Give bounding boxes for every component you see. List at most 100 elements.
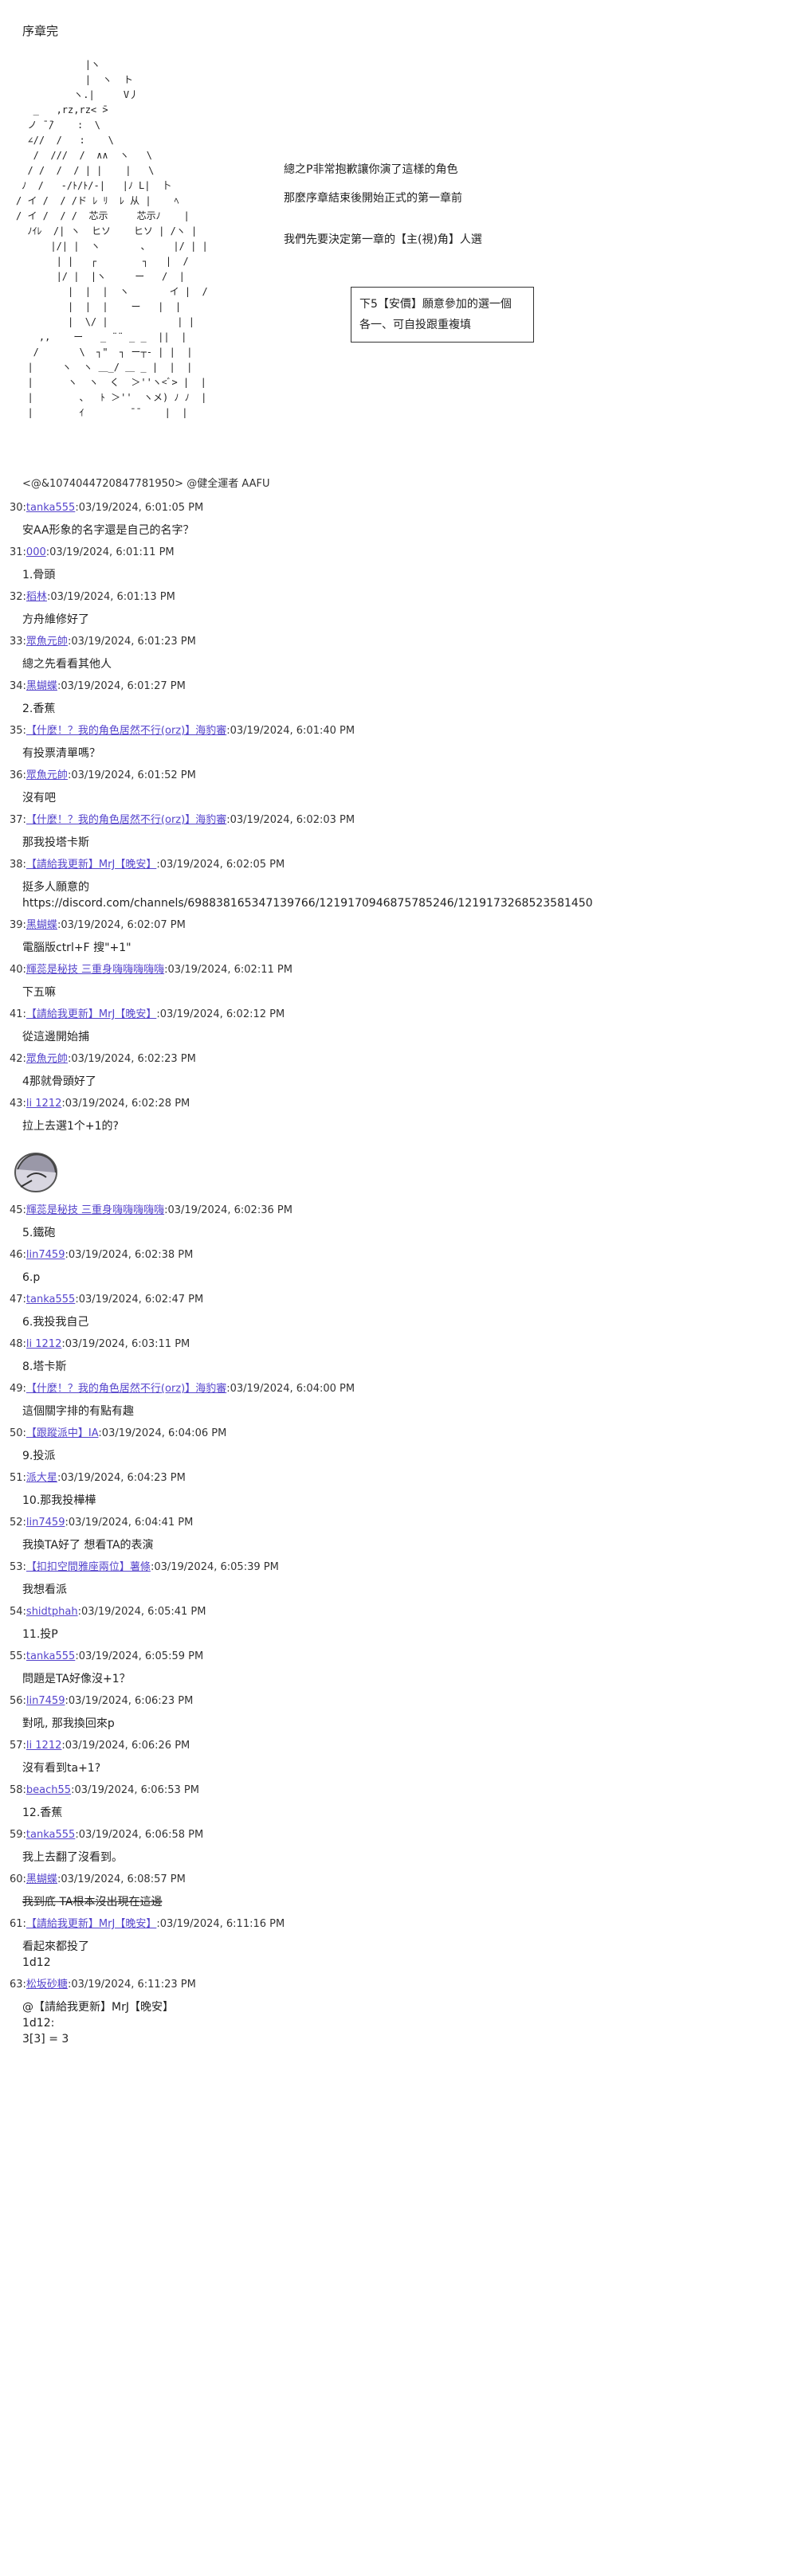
post-username-link[interactable]: 松坂砂糖 [26,1979,68,1991]
post-header: 31:000:03/19/2024, 6:01:11 PM [10,545,791,561]
post-timestamp: :03/19/2024, 6:02:38 PM [65,1249,194,1261]
post-header: 63:松坂砂糖:03/19/2024, 6:11:23 PM [10,1977,791,1993]
post-username-link[interactable]: 【扣扣空間雅座兩位】薯條 [26,1561,151,1573]
post-username-link[interactable]: 眾魚元帥 [26,1053,68,1065]
post-header: 53:【扣扣空間雅座兩位】薯條:03/19/2024, 6:05:39 PM [10,1560,791,1576]
post-body: 這個關字排的有點有趣 [22,1405,134,1418]
post-username-link[interactable]: lin7459 [26,1249,65,1261]
post-username-link[interactable]: 稻林 [26,591,47,603]
post-timestamp: :03/19/2024, 6:02:23 PM [67,1053,196,1065]
post-item: 50:【跟蹤派中】IA:03/19/2024, 6:04:06 PM 9.投派 [10,1426,791,1470]
post-timestamp: :03/19/2024, 6:04:23 PM [57,1472,186,1484]
post-header: 49:【什麼！？我的角色居然不行(orz)】海豹審:03/19/2024, 6:… [10,1381,791,1397]
post-header: 42:眾魚元帥:03/19/2024, 6:02:23 PM [10,1051,791,1067]
post-body: 我上去翻了沒看到。 [22,1851,123,1864]
post-header: 60:黑蝴蝶:03/19/2024, 6:08:57 PM [10,1872,791,1888]
post-timestamp: :03/19/2024, 6:06:26 PM [61,1740,190,1752]
post-item: 36:眾魚元帥:03/19/2024, 6:01:52 PM 沒有吧 [10,768,791,812]
post-username-link[interactable]: 【請給我更新】MrJ【晚安】 [26,1008,156,1020]
post-item: 31:000:03/19/2024, 6:01:11 PM 1.骨頭 [10,545,791,589]
post-number: 55: [10,1650,26,1662]
post-item: 30:tanka555:03/19/2024, 6:01:05 PM 安AA形象的… [10,500,791,545]
post-username-link[interactable]: 眾魚元帥 [26,636,68,648]
post-username-link[interactable]: shidtphah [26,1606,78,1618]
post-timestamp: :03/19/2024, 6:11:23 PM [67,1979,196,1991]
post-username-link[interactable]: 【什麼！？我的角色居然不行(orz)】海豹審 [26,725,226,737]
post-number: 53: [10,1561,26,1573]
post-timestamp: :03/19/2024, 6:06:23 PM [65,1695,194,1707]
post-item: 52:lin7459:03/19/2024, 6:04:41 PM 我換TA好了 … [10,1515,791,1560]
post-header: 50:【跟蹤派中】IA:03/19/2024, 6:04:06 PM [10,1426,791,1442]
post-username-link[interactable]: 派大星 [26,1472,57,1484]
narration-line: 我們先要決定第一章的【主(視)角】人選 [284,233,482,246]
post-username-link[interactable]: lin7459 [26,1517,65,1529]
post-username-link[interactable]: beach55 [26,1784,71,1796]
post-timestamp: :03/19/2024, 6:04:06 PM [98,1427,227,1439]
post-number: 54: [10,1606,26,1618]
post-body: 問題是TA好像沒+1？ [22,1673,131,1685]
post-body: 12.香蕉 [22,1807,63,1819]
post-number: 37: [10,814,26,826]
post-username-link[interactable]: li 1212 [26,1098,61,1110]
post-username-link[interactable]: 【什麼！？我的角色居然不行(orz)】海豹審 [26,814,226,826]
post-number: 58: [10,1784,26,1796]
post-item: 46:lin7459:03/19/2024, 6:02:38 PM 6.p [10,1247,791,1292]
post-username-link[interactable]: 黑蝴蝶 [26,1873,57,1885]
post-username-link[interactable]: 黑蝴蝶 [26,919,57,931]
post-header: 55:tanka555:03/19/2024, 6:05:59 PM [10,1649,791,1665]
post-header: 43:li 1212:03/19/2024, 6:02:28 PM [10,1096,791,1112]
post-number: 52: [10,1517,26,1529]
post-body: 看起來都投了 1d12 [22,1940,89,1969]
post-username-link[interactable]: 眾魚元帥 [26,769,68,781]
post-username-link[interactable]: 輝蕊是秘技 三重身嗨嗨嗨嗨嗨 [26,1204,164,1216]
post-username-link[interactable]: 輝蕊是秘技 三重身嗨嗨嗨嗨嗨 [26,964,164,976]
post-timestamp: :03/19/2024, 6:02:47 PM [75,1294,204,1306]
post-timestamp: :03/19/2024, 6:01:52 PM [67,769,196,781]
post-header: 37:【什麼！？我的角色居然不行(orz)】海豹審:03/19/2024, 6:… [10,812,791,828]
post-username-link[interactable]: 000 [26,546,46,558]
post-body: 沒有看到ta+1? [22,1762,101,1775]
post-username-link[interactable]: li 1212 [26,1338,61,1350]
post-header: 59:tanka555:03/19/2024, 6:06:58 PM [10,1827,791,1843]
post-body: 安AA形象的名字還是自己的名字？ [22,524,194,537]
post-timestamp: :03/19/2024, 6:01:40 PM [226,725,355,737]
post-item: 47:tanka555:03/19/2024, 6:02:47 PM 6.我投我自… [10,1292,791,1337]
post-username-link[interactable]: tanka555 [26,502,75,514]
post-body: 挺多人願意的 https://discord.com/channels/6988… [22,881,593,910]
post-username-link[interactable]: 【請給我更新】MrJ【晚安】 [26,859,156,871]
post-username-link[interactable]: 【請給我更新】MrJ【晚安】 [26,1918,156,1930]
post-number: 38: [10,859,26,871]
post-timestamp: :03/19/2024, 6:11:16 PM [156,1918,285,1930]
post-username-link[interactable]: li 1212 [26,1740,61,1752]
post-username-link[interactable]: 黑蝴蝶 [26,680,57,692]
post-item: 51:派大星:03/19/2024, 6:04:23 PM 10.那我投樺樺 [10,1470,791,1515]
post-number: 50: [10,1427,26,1439]
post-username-link[interactable]: 【跟蹤派中】IA [26,1427,99,1439]
post-header: 52:lin7459:03/19/2024, 6:04:41 PM [10,1515,791,1531]
post-body: @【請給我更新】MrJ【晚安】 1d12: 3[3] = 3 [22,2001,174,2046]
post-body: 有投票清單嗎？ [22,747,100,760]
post-item: 35:【什麼！？我的角色居然不行(orz)】海豹審:03/19/2024, 6:… [10,723,791,768]
post-number: 30: [10,502,26,514]
post-username-link[interactable]: tanka555 [26,1829,75,1841]
post-header: 33:眾魚元帥:03/19/2024, 6:01:23 PM [10,634,791,650]
post-username-link[interactable]: tanka555 [26,1650,75,1662]
post-number: 57: [10,1740,26,1752]
post-number: 63: [10,1979,26,1991]
post-username-link[interactable]: 【什麼！？我的角色居然不行(orz)】海豹審 [26,1383,226,1395]
post-header: 48:li 1212:03/19/2024, 6:03:11 PM [10,1337,791,1353]
post-number: 41: [10,1008,26,1020]
post-item: 34:黑蝴蝶:03/19/2024, 6:01:27 PM 2.香蕉 [10,679,791,723]
post-header: 32:稻林:03/19/2024, 6:01:13 PM [10,589,791,605]
post-header: 57:li 1212:03/19/2024, 6:06:26 PM [10,1738,791,1754]
post-item: 37:【什麼！？我的角色居然不行(orz)】海豹審:03/19/2024, 6:… [10,812,791,857]
post-item: 40:輝蕊是秘技 三重身嗨嗨嗨嗨嗨:03/19/2024, 6:02:11 PM… [10,962,791,1007]
post-header: 47:tanka555:03/19/2024, 6:02:47 PM [10,1292,791,1308]
post-username-link[interactable]: tanka555 [26,1294,75,1306]
post-body: 6.我投我自己 [22,1316,89,1329]
post-item: 60:黑蝴蝶:03/19/2024, 6:08:57 PM 我到底 TA根本沒出現… [10,1872,791,1916]
post-username-link[interactable]: lin7459 [26,1695,65,1707]
post-item: 59:tanka555:03/19/2024, 6:06:58 PM 我上去翻了沒… [10,1827,791,1872]
post-timestamp: :03/19/2024, 6:06:58 PM [75,1829,204,1841]
post-body: 那我投塔卡斯 [22,836,89,849]
